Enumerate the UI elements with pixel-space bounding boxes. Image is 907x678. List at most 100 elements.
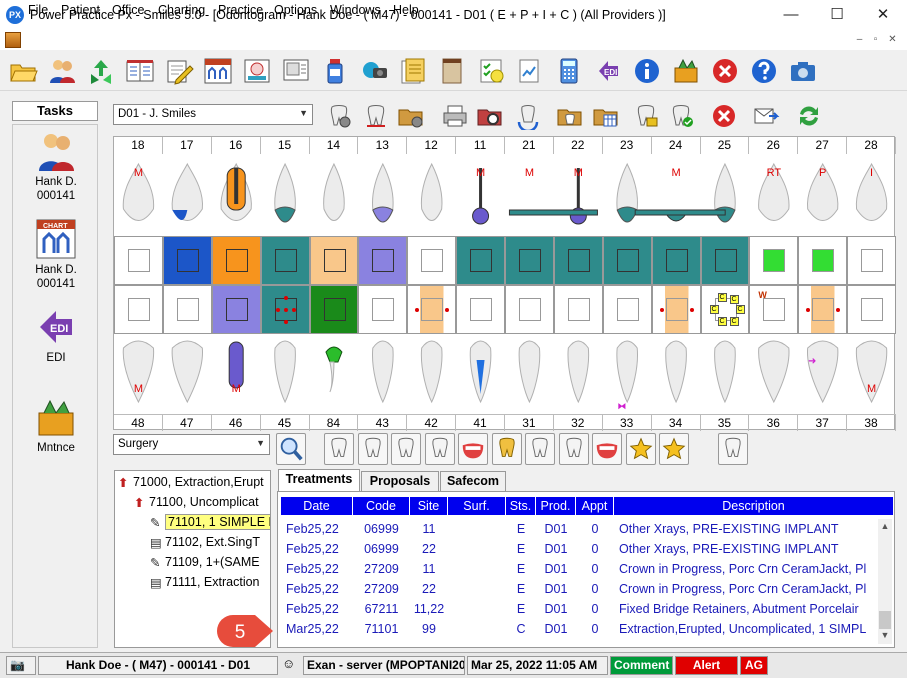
- occlusal-surface[interactable]: [812, 249, 835, 272]
- column-code[interactable]: Code: [353, 497, 410, 515]
- upper-tooth[interactable]: [323, 162, 345, 221]
- calculator-icon[interactable]: [554, 56, 584, 86]
- lower-tooth[interactable]: [665, 340, 687, 404]
- tooth-surface-cell[interactable]: [847, 236, 896, 285]
- folder-search-icon[interactable]: [476, 102, 504, 130]
- table-row[interactable]: Feb25,22 67211 11,22 E D01 0 Fixed Bridge Reta…: [281, 599, 877, 619]
- tab-treatments[interactable]: Treatments: [278, 469, 360, 491]
- column-surf[interactable]: Surf.: [448, 497, 506, 515]
- tooth-note-icon[interactable]: [717, 433, 748, 465]
- column-status[interactable]: Sts.: [506, 497, 536, 515]
- occlusal-surface[interactable]: [128, 249, 150, 272]
- upper-tooth[interactable]: [220, 162, 252, 221]
- tooth-number[interactable]: 15: [261, 137, 310, 154]
- tree-node[interactable]: ▤ 71102, Ext.SingT: [150, 534, 260, 551]
- scroll-up-icon[interactable]: ▲: [879, 521, 891, 531]
- stop-icon[interactable]: [710, 56, 740, 86]
- tooth-number[interactable]: 26: [749, 137, 799, 154]
- tooth-surface-cell[interactable]: [309, 236, 359, 285]
- occlusal-surface[interactable]: [470, 249, 493, 272]
- lower-tooth[interactable]: [616, 340, 638, 404]
- occlusal-surface[interactable]: [225, 249, 248, 272]
- tooth-number[interactable]: 17: [163, 137, 212, 154]
- tooth-surface-cell[interactable]: [602, 285, 652, 334]
- occlusal-surface[interactable]: [470, 298, 493, 321]
- occlusal-surface[interactable]: [861, 298, 884, 321]
- tooth-surface-cell[interactable]: [798, 236, 848, 285]
- tooth-number[interactable]: 47: [163, 415, 212, 431]
- tooth-number[interactable]: 32: [554, 415, 603, 431]
- column-description[interactable]: Description: [614, 497, 893, 515]
- tooth-surface-cell[interactable]: [651, 285, 701, 334]
- minimize-button[interactable]: —: [768, 0, 814, 30]
- tree-node[interactable]: ⬆ 71000, Extraction,Erupt: [118, 474, 264, 491]
- column-date[interactable]: Date: [281, 497, 353, 515]
- lower-tooth[interactable]: [807, 340, 839, 404]
- tooth-surface-cell[interactable]: [407, 236, 457, 285]
- mdi-close-button[interactable]: ✕: [885, 33, 900, 47]
- tooth-number[interactable]: 45: [261, 415, 310, 431]
- tooth-number[interactable]: 38: [847, 415, 896, 431]
- open-folder-icon[interactable]: [8, 56, 38, 86]
- tooth-number[interactable]: 21: [505, 137, 554, 154]
- tooth-number[interactable]: 48: [114, 415, 163, 431]
- occlusal-surface[interactable]: [421, 249, 444, 272]
- occlusal-surface[interactable]: [616, 249, 639, 272]
- tooth-number[interactable]: 11: [456, 137, 505, 154]
- tooth-surface-cell[interactable]: [309, 285, 359, 334]
- close-button[interactable]: ✕: [860, 0, 906, 30]
- ag-badge[interactable]: AG: [740, 656, 768, 675]
- tooth-refresh-icon[interactable]: [514, 102, 542, 133]
- print-icon[interactable]: [441, 102, 469, 130]
- mdi-minimize-button[interactable]: –: [852, 33, 867, 47]
- table-row[interactable]: Feb25,22 06999 22 E D01 0 Other Xrays, PRE-EXI…: [281, 539, 877, 559]
- vertical-scrollbar[interactable]: ▲ ▼: [878, 519, 892, 644]
- occlusal-surface[interactable]: [372, 298, 395, 321]
- tooth-number[interactable]: 27: [798, 137, 848, 154]
- table-row[interactable]: Feb25,22 27209 11 E D01 0 Crown in Progress, P…: [281, 559, 877, 579]
- comment-button[interactable]: Comment: [610, 656, 673, 675]
- tooth-surface-cell[interactable]: [505, 236, 554, 285]
- tooth-number[interactable]: 13: [358, 137, 408, 154]
- panoramic-xray-icon[interactable]: [324, 433, 354, 465]
- tree-node[interactable]: ⬆ 71100, Uncomplicat: [134, 494, 259, 511]
- occlusal-surface[interactable]: [176, 298, 199, 321]
- tooth-number[interactable]: 14: [310, 137, 359, 154]
- tooth-number[interactable]: 35: [701, 415, 750, 431]
- lower-tooth[interactable]: [325, 346, 343, 393]
- tree-node-selected[interactable]: ✎ 71101, 1 SIMPLE EXO: [150, 514, 270, 531]
- folder-calendar-icon[interactable]: [592, 102, 620, 130]
- tooth-surface-cell[interactable]: [798, 285, 848, 334]
- upper-tooth[interactable]: [274, 162, 296, 223]
- occlusal-surface[interactable]: [519, 249, 541, 272]
- menu-office[interactable]: Office: [112, 3, 144, 17]
- procedure-category-select[interactable]: Surgery ▼: [113, 434, 270, 455]
- occlusal-surface[interactable]: [665, 249, 688, 272]
- tooth-surface-cell[interactable]: [651, 236, 701, 285]
- task-chart-hank[interactable]: CHART Hank D. 000141: [13, 217, 99, 291]
- reports-icon[interactable]: [515, 56, 545, 86]
- folder-tooth-icon[interactable]: [556, 102, 584, 130]
- provider-select[interactable]: D01 - J. Smiles ▼: [113, 104, 313, 125]
- patients-icon[interactable]: [47, 56, 77, 86]
- tooth-number[interactable]: 28: [847, 137, 896, 154]
- table-row[interactable]: Feb25,22 27209 22 E D01 0 Crown in Progress, P…: [281, 579, 877, 599]
- upper-tooth[interactable]: [616, 162, 638, 223]
- upper-tooth[interactable]: [372, 162, 394, 223]
- occlusal-surface[interactable]: [323, 298, 346, 321]
- column-appt[interactable]: Appt: [576, 497, 614, 515]
- dental-cleaning-icon[interactable]: [357, 433, 388, 465]
- photo-camera-icon[interactable]: [788, 56, 818, 86]
- occlusal-surface[interactable]: [714, 249, 737, 272]
- star-outline-icon[interactable]: [659, 433, 689, 465]
- appointment-book-icon[interactable]: [125, 56, 155, 86]
- scroll-thumb[interactable]: [879, 611, 891, 629]
- occlusal-surface[interactable]: [812, 298, 835, 321]
- lower-tooth[interactable]: [274, 340, 296, 404]
- tooth-number[interactable]: 84: [310, 415, 359, 431]
- charting-pencil-icon[interactable]: [164, 56, 194, 86]
- tooth-settings-icon[interactable]: [325, 102, 353, 130]
- tooth-surface-cell[interactable]: CCCCCC: [700, 285, 750, 334]
- tab-safecom[interactable]: Safecom: [440, 471, 506, 491]
- document-icon[interactable]: [5, 32, 21, 48]
